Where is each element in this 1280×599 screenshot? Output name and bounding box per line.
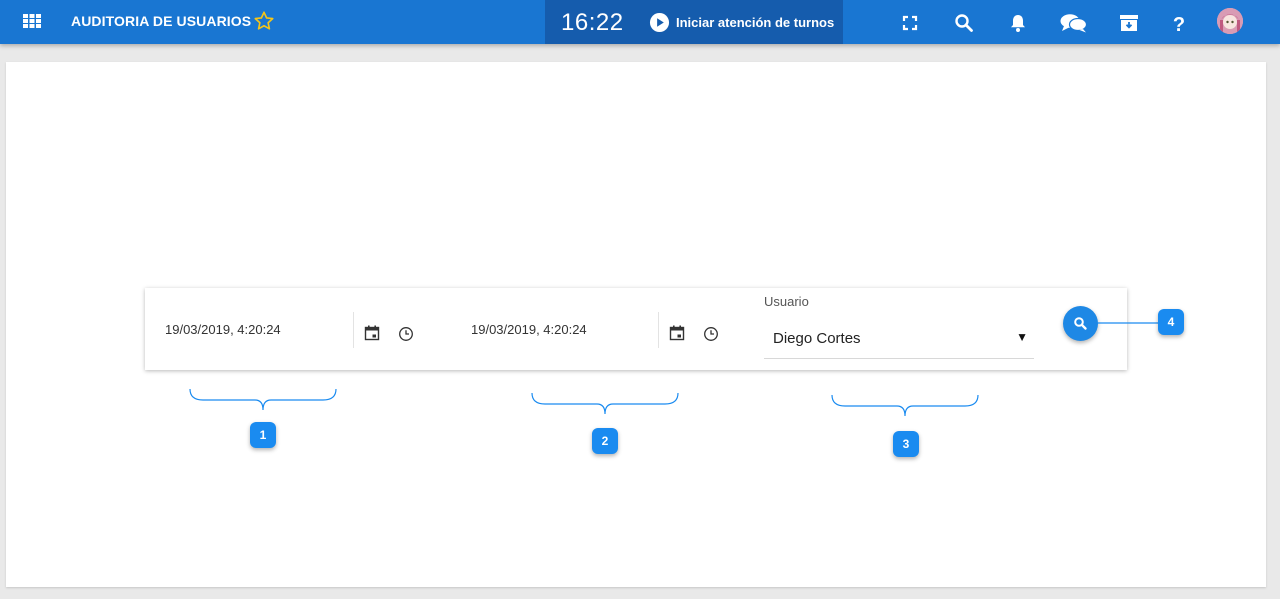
svg-text:?: ? [1173,14,1185,34]
clock-turnos-panel: 16:22 Iniciar atención de turnos [545,0,843,44]
avatar[interactable] [1217,8,1243,34]
start-turnos-label: Iniciar atención de turnos [676,14,835,30]
annotation-badge-3: 3 [893,431,919,457]
apps-grid-icon[interactable] [23,14,41,28]
user-select[interactable]: Diego Cortes ▼ [764,318,1034,359]
annotation-brace [531,392,679,415]
fullscreen-icon[interactable] [899,12,921,34]
user-select-value: Diego Cortes [773,330,861,347]
archive-icon[interactable] [1118,12,1140,34]
divider [658,312,659,348]
annotation-badge-1: 1 [250,422,276,448]
search-button[interactable] [1063,306,1098,341]
from-date-input[interactable]: 19/03/2019, 4:20:24 [165,322,281,337]
to-date-input[interactable]: 19/03/2019, 4:20:24 [471,322,587,337]
annotation-badge-2: 2 [592,428,618,454]
chat-icon[interactable] [1059,12,1089,34]
filter-card: 19/03/2019, 4:20:24 19/03/2019, 4:20:24 … [145,288,1127,370]
annotation-connector [1097,322,1159,324]
search-icon [1074,317,1087,330]
clock-icon[interactable] [703,326,719,342]
clock-time: 16:22 [561,9,624,36]
bell-icon[interactable] [1007,12,1029,34]
to-date-field[interactable]: 19/03/2019, 4:20:24 [471,288,587,370]
from-date-field[interactable]: 19/03/2019, 4:20:24 [165,288,281,370]
help-icon[interactable]: ? [1168,12,1190,34]
avatar-image-icon [1217,8,1243,34]
calendar-icon[interactable] [364,325,380,341]
divider [353,312,354,348]
search-icon[interactable] [953,12,975,34]
page-title: AUDITORIA DE USUARIOS [71,13,252,29]
play-icon [649,12,670,32]
clock-icon[interactable] [398,326,414,342]
annotation-badge-4: 4 [1158,309,1184,335]
calendar-icon[interactable] [669,325,685,341]
start-turnos-button[interactable]: Iniciar atención de turnos [649,11,834,33]
star-icon[interactable] [253,10,275,32]
user-field-label: Usuario [764,294,809,309]
top-app-bar: AUDITORIA DE USUARIOS 16:22 Iniciar aten… [0,0,1280,44]
annotation-brace [831,394,979,417]
annotation-brace [189,388,337,411]
dropdown-caret-icon: ▼ [1016,330,1028,344]
